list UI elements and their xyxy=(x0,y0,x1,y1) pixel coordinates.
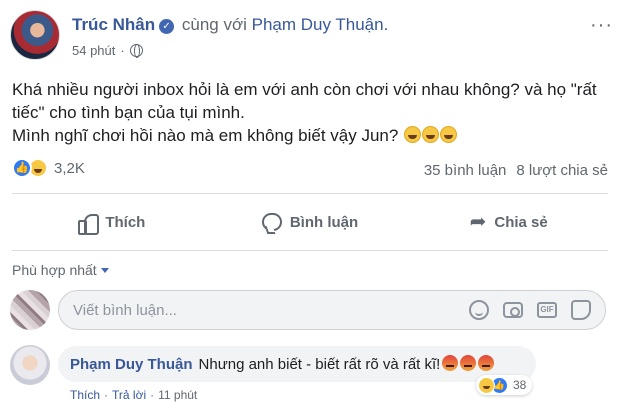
emoji-icon[interactable] xyxy=(469,300,489,320)
facebook-post: Trúc Nhân ✓ cùng với Phạm Duy Thuận. 54 p… xyxy=(0,0,620,418)
author-avatar[interactable] xyxy=(10,10,60,60)
current-user-avatar xyxy=(10,290,50,330)
comment-count-link[interactable]: 35 bình luận xyxy=(424,162,507,179)
post-meta: 54 phút · xyxy=(72,43,143,58)
comment-reply-link[interactable]: Trả lời xyxy=(112,388,146,402)
post-stats: 35 bình luận 8 lượt chia sẻ xyxy=(424,162,608,179)
verified-badge-icon: ✓ xyxy=(159,19,175,34)
commenter-name[interactable]: Phạm Duy Thuận xyxy=(70,356,193,373)
comment-reactions[interactable]: 👍 38 xyxy=(476,375,533,395)
like-reaction-icon: 👍 xyxy=(12,158,32,178)
comment-like-link[interactable]: Thích xyxy=(70,388,100,402)
divider xyxy=(12,250,608,251)
comment-input[interactable] xyxy=(59,291,419,329)
reaction-count[interactable]: 3,2K xyxy=(54,160,85,177)
public-globe-icon[interactable] xyxy=(129,44,143,58)
with-text: cùng với xyxy=(181,15,247,34)
angry-emoji-icon xyxy=(442,355,459,371)
speech-bubble-icon xyxy=(261,213,282,231)
tagged-user[interactable]: Phạm Duy Thuận. xyxy=(252,15,389,34)
like-button[interactable]: Thích xyxy=(12,200,211,244)
comment-button[interactable]: Bình luận xyxy=(211,200,410,244)
rofl-emoji-icon xyxy=(440,126,458,143)
camera-icon[interactable] xyxy=(503,302,523,318)
rofl-emoji-icon xyxy=(404,126,422,143)
composer-tools: GIF xyxy=(469,300,591,320)
reaction-summary[interactable]: 👍 3,2K xyxy=(12,158,85,178)
comment-composer: GIF xyxy=(58,290,606,330)
post-header: Trúc Nhân ✓ cùng với Phạm Duy Thuận. xyxy=(72,14,388,36)
caret-down-icon xyxy=(100,268,109,273)
divider xyxy=(12,193,608,194)
more-options-icon[interactable]: ··· xyxy=(590,14,613,37)
comment-sort-dropdown[interactable]: Phù hợp nhất xyxy=(12,262,109,278)
author-name[interactable]: Trúc Nhân xyxy=(72,15,155,34)
post-paragraph: Khá nhiều người inbox hỏi là em với anh … xyxy=(12,80,597,122)
haha-reaction-icon xyxy=(478,376,495,394)
angry-emoji-icon xyxy=(460,355,477,371)
angry-emoji-icon xyxy=(478,355,495,371)
post-body: Khá nhiều người inbox hỏi là em với anh … xyxy=(12,78,612,147)
share-count-link[interactable]: 8 lượt chia sẻ xyxy=(516,162,608,179)
comment-reaction-count: 38 xyxy=(513,378,527,392)
thumbs-up-icon xyxy=(77,212,100,235)
post-timestamp[interactable]: 54 phút xyxy=(72,43,115,58)
comment-actions: Thích · Trả lời · 11 phút xyxy=(70,388,198,402)
share-arrow-icon: ➦ xyxy=(469,211,487,233)
post-paragraph-emoji: Mình nghĩ chơi hồi nào mà em không biết … xyxy=(12,124,612,147)
comment-bubble: Phạm Duy Thuận Nhưng anh biết - biết rất… xyxy=(58,346,536,382)
share-button[interactable]: ➦ Chia sẻ xyxy=(409,200,608,244)
sticker-icon[interactable] xyxy=(571,300,591,320)
commenter-avatar[interactable] xyxy=(10,345,50,385)
action-bar: Thích Bình luận ➦ Chia sẻ xyxy=(12,200,608,244)
comment-text: Nhưng anh biết - biết rất rõ và rất kĩ! xyxy=(199,355,495,373)
rofl-emoji-icon xyxy=(422,126,440,143)
comment-timestamp[interactable]: 11 phút xyxy=(158,388,197,402)
gif-icon[interactable]: GIF xyxy=(537,302,557,318)
